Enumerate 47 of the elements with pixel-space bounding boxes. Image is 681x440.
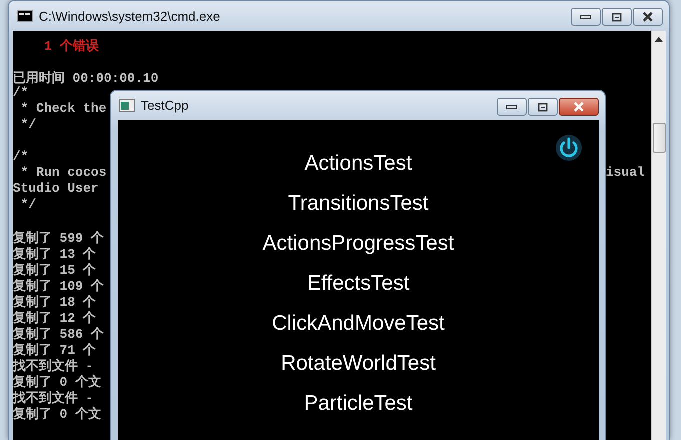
console-line: Studio User: [13, 181, 99, 197]
minimize-button[interactable]: [497, 98, 527, 116]
console-line: 复制了 109 个: [13, 278, 104, 293]
console-app-icon: [17, 10, 33, 22]
console-line: 复制了 15 个: [13, 262, 96, 277]
menu-item[interactable]: EffectsTest: [305, 264, 412, 304]
console-line: 复制了 0 个文: [13, 406, 102, 421]
scrollbar[interactable]: [651, 31, 666, 440]
console-line: 复制了 586 个: [13, 326, 104, 341]
minimize-icon: [580, 14, 592, 20]
menu-item[interactable]: ClickAndMoveTest: [270, 304, 447, 344]
console-line: 1 个错误: [43, 38, 99, 53]
menu-item[interactable]: ActionsProgressTest: [260, 224, 456, 264]
console-line: 复制了 13 个: [13, 246, 96, 261]
console-line: 已用时间 00:00:00.10: [13, 70, 159, 85]
close-button[interactable]: [559, 98, 599, 116]
console-line: 复制了 18 个: [13, 294, 96, 309]
app-icon: [119, 99, 135, 112]
console-line: 复制了 599 个: [13, 230, 104, 245]
maximize-button[interactable]: [528, 98, 558, 116]
window-title: C:\Windows\system32\cmd.exe: [39, 8, 222, 24]
window-title: TestCpp: [141, 98, 190, 113]
maximize-icon: [612, 12, 622, 22]
console-line: */: [20, 197, 36, 213]
console-line: */: [20, 117, 36, 133]
minimize-icon: [506, 104, 518, 110]
menu-item[interactable]: ParticleTest: [302, 384, 415, 424]
close-icon: [642, 12, 654, 22]
menu-item[interactable]: TransitionsTest: [286, 184, 431, 224]
minimize-button[interactable]: [571, 8, 601, 26]
console-line: 复制了 12 个: [13, 310, 96, 325]
scroll-up-arrow-icon[interactable]: [655, 37, 663, 42]
console-text: isual: [606, 165, 645, 181]
console-line: /*: [13, 85, 29, 101]
menu-item[interactable]: RotateWorldTest: [279, 344, 438, 384]
console-line: * Run cocos: [20, 165, 107, 181]
maximize-button[interactable]: [602, 8, 632, 26]
menu-item[interactable]: ActionsTest: [302, 144, 414, 184]
console-line: 复制了 0 个文: [13, 374, 102, 389]
console-line: /*: [13, 149, 29, 165]
scrollbar-thumb[interactable]: [653, 123, 666, 153]
console-line: * Check the: [20, 101, 107, 117]
close-icon: [573, 102, 585, 112]
console-line: 复制了 71 个: [13, 342, 96, 357]
power-icon[interactable]: [555, 134, 583, 162]
maximize-icon: [538, 102, 548, 112]
close-button[interactable]: [633, 8, 663, 26]
